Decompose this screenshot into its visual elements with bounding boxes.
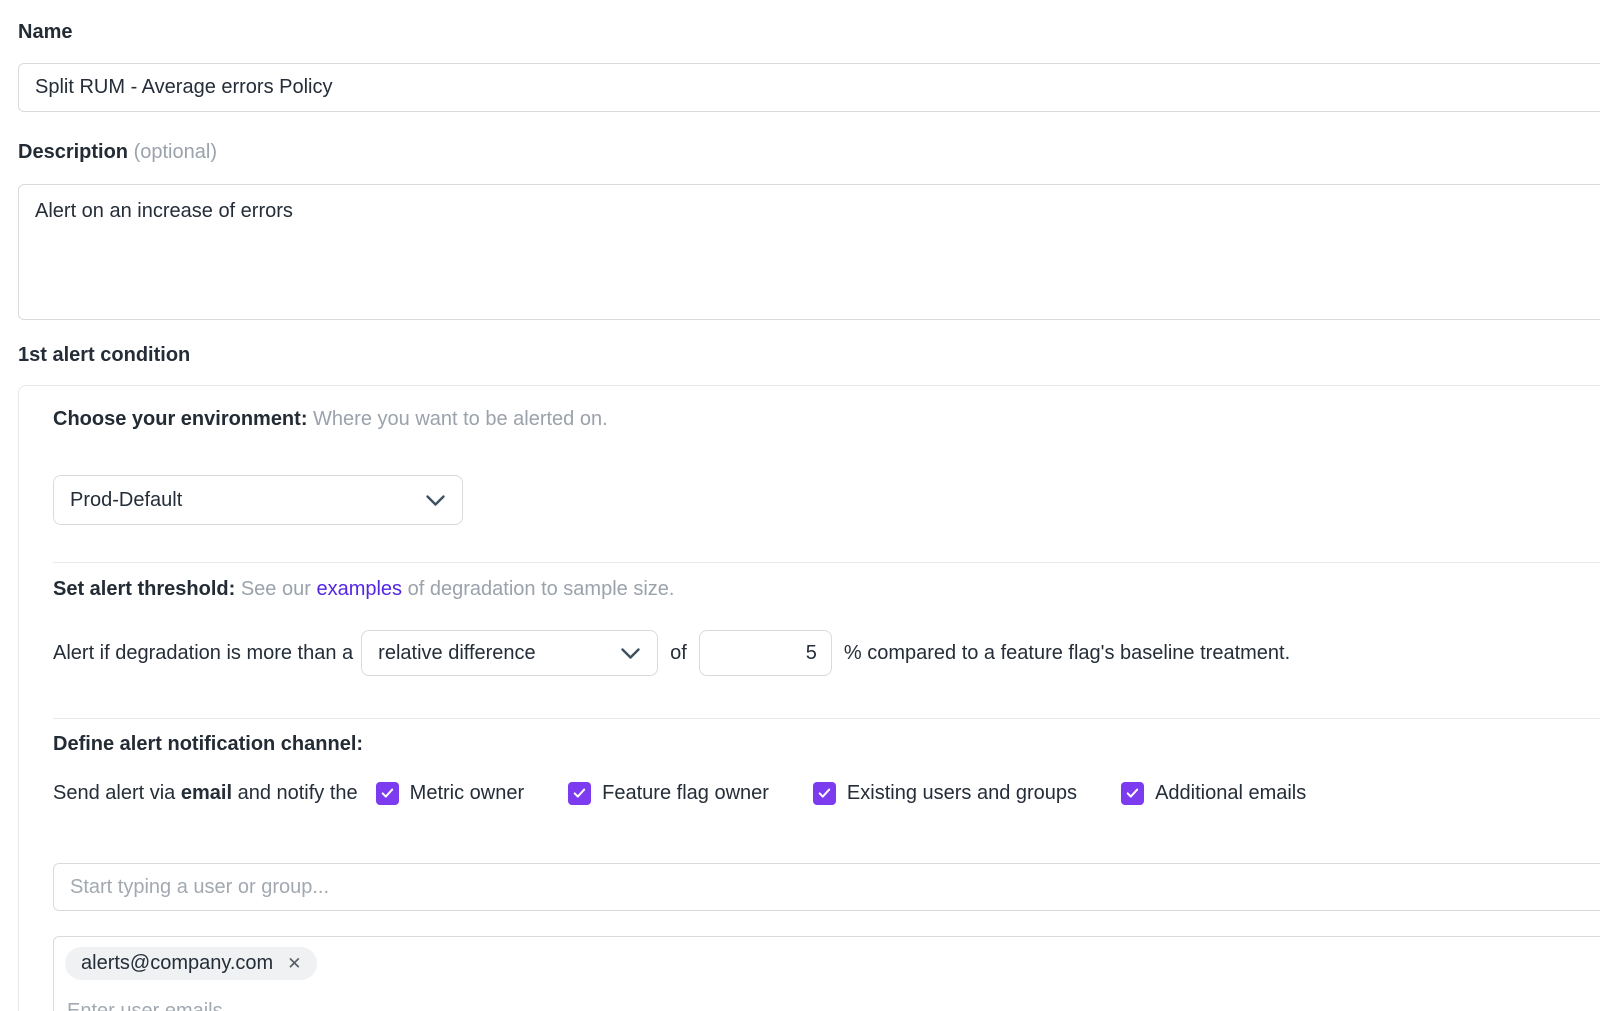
environment-label: Choose your environment: — [53, 408, 307, 430]
emails-placeholder: Enter user emails — [67, 1000, 1600, 1011]
recipient-checkbox-group: Metric owner Feature flag owner Existing u… — [376, 782, 1307, 805]
notification-heading: Define alert notification channel: — [53, 733, 363, 756]
description-optional-text: (optional) — [134, 141, 217, 163]
chevron-down-icon — [425, 494, 446, 507]
threshold-of-text: of — [670, 642, 687, 665]
threshold-label: Set alert threshold: — [53, 578, 235, 600]
checkbox-metric-owner[interactable]: Metric owner — [376, 782, 524, 805]
threshold-hint-suffix: of degradation to sample size. — [408, 578, 675, 600]
section-divider — [53, 718, 1600, 719]
environment-select-value: Prod-Default — [70, 489, 182, 512]
send-alert-text: Send alert via email and notify the — [53, 782, 358, 805]
user-group-input[interactable] — [53, 863, 1600, 911]
checkbox-label: Existing users and groups — [847, 782, 1077, 805]
description-label-text: Description — [18, 141, 128, 163]
checkbox-additional-emails[interactable]: Additional emails — [1121, 782, 1306, 805]
threshold-row-prefix: Alert if degradation is more than a — [53, 642, 353, 665]
checkbox-label: Metric owner — [410, 782, 524, 805]
threshold-value-input[interactable] — [699, 630, 832, 676]
alert-condition-panel: Choose your environment: Where you want … — [18, 385, 1600, 1011]
examples-link[interactable]: examples — [316, 578, 402, 600]
send-prefix: Send alert via — [53, 782, 175, 804]
environment-hint: Where you want to be alerted on. — [313, 408, 608, 430]
environment-select[interactable]: Prod-Default — [53, 475, 463, 525]
additional-emails-area[interactable]: alerts@company.com ✕ Enter user emails — [53, 936, 1600, 1011]
send-suffix: and notify the — [238, 782, 358, 804]
comparison-select[interactable]: relative difference — [361, 630, 658, 676]
checked-checkbox-icon[interactable] — [568, 782, 591, 805]
name-input[interactable] — [18, 63, 1600, 112]
environment-heading: Choose your environment: Where you want … — [53, 408, 608, 431]
checked-checkbox-icon[interactable] — [1121, 782, 1144, 805]
checkbox-label: Additional emails — [1155, 782, 1306, 805]
threshold-row-suffix: % compared to a feature flag's baseline … — [844, 642, 1290, 665]
email-chip-text: alerts@company.com — [81, 952, 273, 975]
name-label: Name — [18, 21, 72, 44]
checkbox-existing-users-and-groups[interactable]: Existing users and groups — [813, 782, 1077, 805]
email-chip-list: alerts@company.com ✕ — [65, 947, 1600, 980]
checked-checkbox-icon[interactable] — [376, 782, 399, 805]
chevron-down-icon — [620, 647, 641, 660]
threshold-row: Alert if degradation is more than a rela… — [53, 630, 1290, 676]
email-chip: alerts@company.com ✕ — [65, 947, 317, 980]
checkbox-feature-flag-owner[interactable]: Feature flag owner — [568, 782, 769, 805]
section-divider — [53, 562, 1600, 563]
description-textarea[interactable]: Alert on an increase of errors — [18, 184, 1600, 320]
send-bold: email — [181, 782, 232, 804]
checked-checkbox-icon[interactable] — [813, 782, 836, 805]
notification-recipients-row: Send alert via email and notify the Metr… — [53, 782, 1306, 805]
chip-remove-icon[interactable]: ✕ — [287, 955, 301, 972]
threshold-heading: Set alert threshold: See our examples of… — [53, 578, 674, 601]
checkbox-label: Feature flag owner — [602, 782, 769, 805]
comparison-select-value: relative difference — [378, 642, 536, 665]
threshold-hint-prefix: See our — [241, 578, 311, 600]
condition-title: 1st alert condition — [18, 344, 190, 367]
description-label: Description (optional) — [18, 141, 217, 164]
alert-policy-form: Name Description (optional) Alert on an … — [0, 0, 1600, 1011]
notification-label: Define alert notification channel: — [53, 733, 363, 755]
